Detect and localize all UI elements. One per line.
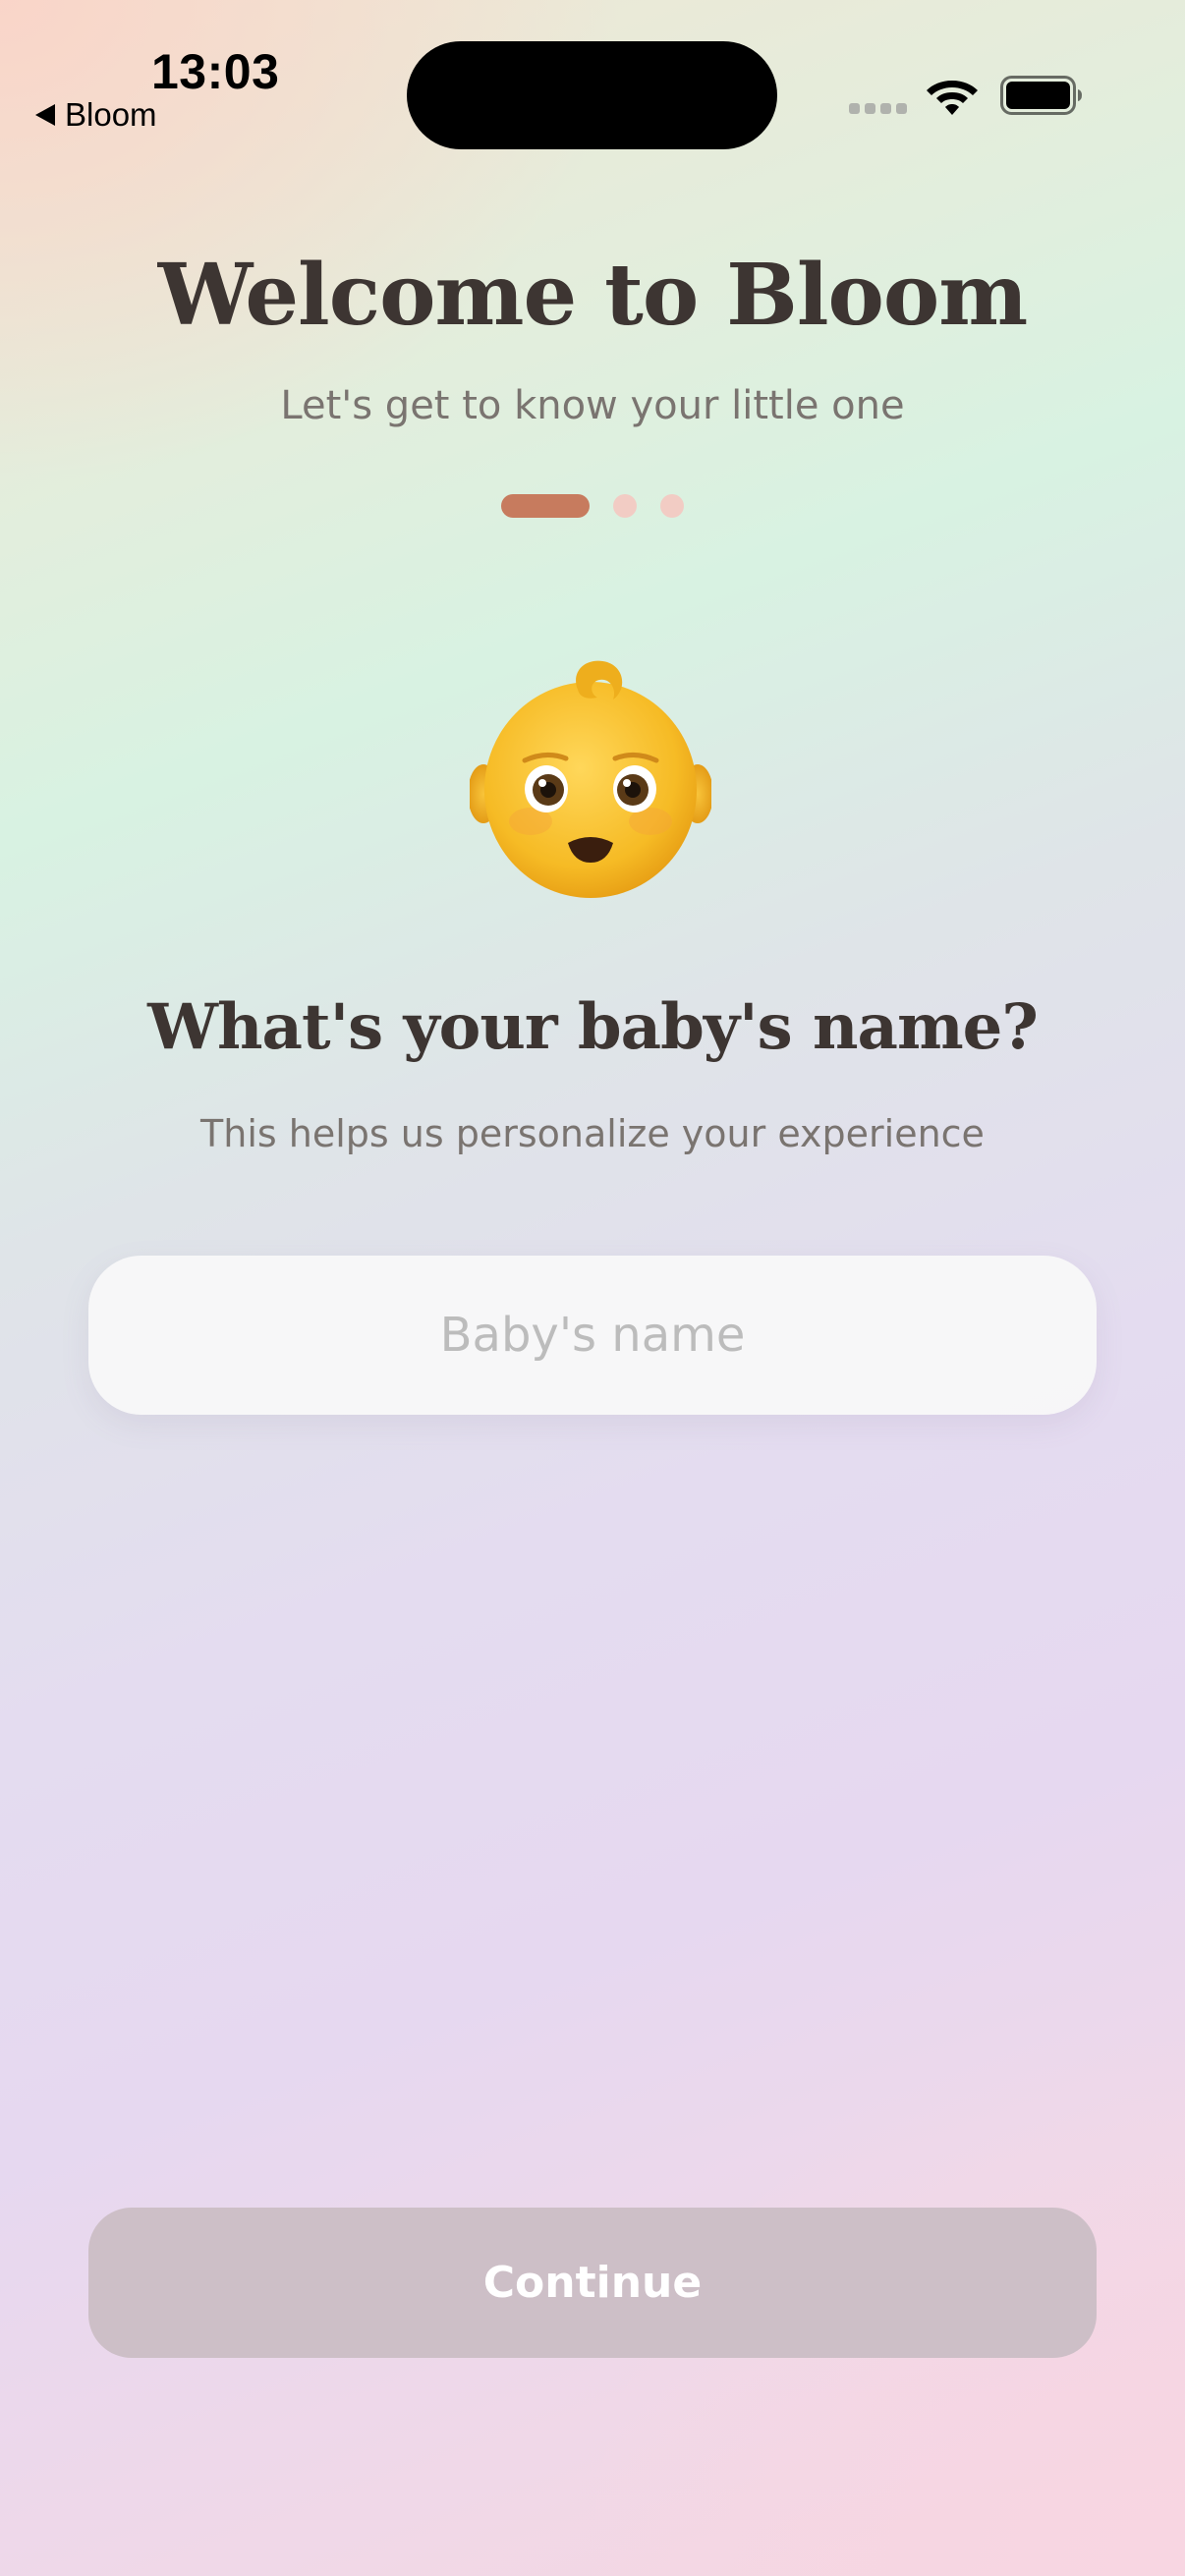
progress-step-active: [501, 494, 590, 518]
question-subtitle: This helps us personalize your experienc…: [200, 1112, 985, 1155]
back-arrow-icon: [35, 104, 55, 126]
baby-name-input[interactable]: [88, 1256, 1097, 1415]
back-to-app-label: Bloom: [65, 96, 157, 133]
dynamic-island: [407, 41, 777, 149]
cellular-signal-icon: [849, 103, 907, 114]
baby-face-icon: [470, 660, 711, 898]
onboarding-progress: [501, 494, 684, 518]
status-time: 13:03: [151, 44, 280, 99]
question-title: What's your baby's name?: [147, 990, 1039, 1064]
battery-icon: [1000, 76, 1082, 115]
page-title: Welcome to Bloom: [157, 246, 1028, 345]
progress-step-inactive: [660, 494, 684, 518]
continue-button[interactable]: Continue: [88, 2208, 1097, 2358]
wifi-icon: [927, 81, 978, 115]
page-subtitle: Let's get to know your little one: [280, 383, 905, 428]
progress-step-inactive: [613, 494, 637, 518]
back-to-app-link[interactable]: Bloom: [35, 96, 157, 134]
